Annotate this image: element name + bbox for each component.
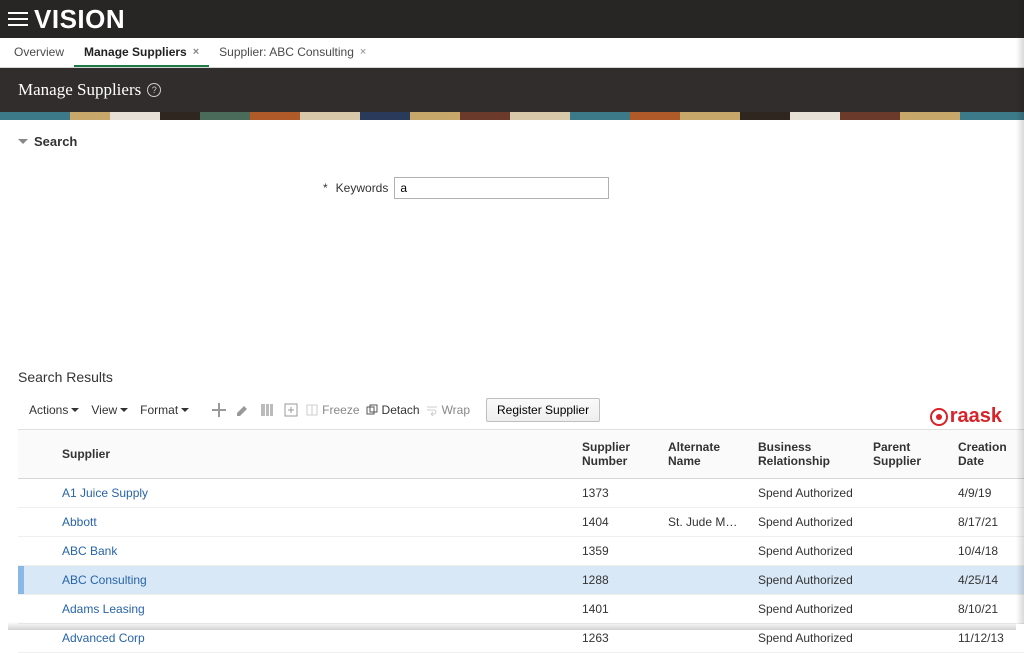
cell-created: 4/9/19: [950, 479, 1024, 508]
cell-alt_name: [660, 566, 750, 595]
table-row[interactable]: Advanced Corp 1263 Spend Authorized 11/12/1…: [18, 624, 1024, 653]
cell-number: 1288: [574, 566, 660, 595]
table-row[interactable]: Abbott 1404St. Jude Medica...Spend Author…: [18, 508, 1024, 537]
page-title: Manage Suppliers: [18, 80, 141, 100]
cell-alt_name: St. Jude Medica...: [660, 508, 750, 537]
edit-icon[interactable]: [234, 401, 252, 419]
results-section: Search Results Actions View Format Freez…: [0, 369, 1024, 653]
cell-alt_name: [660, 479, 750, 508]
menu-icon[interactable]: [8, 9, 28, 29]
supplier-link[interactable]: Abbott: [62, 515, 97, 529]
cell-number: 1401: [574, 595, 660, 624]
cell-alt_name: [660, 537, 750, 566]
cell-number: 1404: [574, 508, 660, 537]
columns-icon[interactable]: [258, 401, 276, 419]
cell-alt_name: [660, 624, 750, 653]
page-header: Manage Suppliers ?: [0, 68, 1024, 112]
cell-parent: [865, 479, 950, 508]
global-header: VISION: [0, 0, 1024, 38]
cell-relationship: Spend Authorized: [750, 566, 865, 595]
cell-parent: [865, 595, 950, 624]
supplier-link[interactable]: Advanced Corp: [62, 631, 145, 645]
supplier-link[interactable]: ABC Consulting: [62, 573, 147, 587]
export-icon[interactable]: [282, 401, 300, 419]
search-section: Search * Keywords: [0, 120, 1024, 199]
wrap-button[interactable]: Wrap: [426, 403, 470, 417]
cell-created: 8/17/21: [950, 508, 1024, 537]
search-section-toggle[interactable]: Search: [18, 134, 1006, 149]
tab-label: Supplier: ABC Consulting: [219, 45, 354, 59]
cell-parent: [865, 537, 950, 566]
close-icon[interactable]: ×: [360, 46, 366, 58]
col-supplier[interactable]: Supplier: [54, 430, 574, 479]
detach-button[interactable]: Detach: [366, 403, 420, 417]
cell-number: 1373: [574, 479, 660, 508]
table-row[interactable]: A1 Juice Supply 1373 Spend Authorized 4/9/1…: [18, 479, 1024, 508]
col-relationship[interactable]: Business Relationship: [750, 430, 865, 479]
view-menu[interactable]: View: [88, 401, 131, 419]
col-alt-name[interactable]: Alternate Name: [660, 430, 750, 479]
tab-supplier-abc-consulting[interactable]: Supplier: ABC Consulting ×: [209, 38, 376, 67]
cell-relationship: Spend Authorized: [750, 537, 865, 566]
cell-created: 4/25/14: [950, 566, 1024, 595]
chevron-down-icon: [181, 408, 189, 412]
cell-number: 1359: [574, 537, 660, 566]
cell-relationship: Spend Authorized: [750, 508, 865, 537]
keywords-input[interactable]: [394, 177, 609, 199]
keywords-label: Keywords: [336, 181, 389, 195]
brand-logo: VISION: [34, 4, 125, 35]
workspace-tabs: OverviewManage Suppliers×Supplier: ABC C…: [0, 38, 1024, 68]
table-row[interactable]: Adams Leasing 1401 Spend Authorized 8/10/21: [18, 595, 1024, 624]
supplier-link[interactable]: A1 Juice Supply: [62, 486, 148, 500]
freeze-button[interactable]: Freeze: [306, 403, 359, 417]
decorative-ribbon: [0, 112, 1024, 120]
chevron-down-icon: [120, 408, 128, 412]
supplier-link[interactable]: Adams Leasing: [62, 602, 145, 616]
supplier-link[interactable]: ABC Bank: [62, 544, 117, 558]
actions-menu[interactable]: Actions: [26, 401, 82, 419]
col-number[interactable]: Supplier Number: [574, 430, 660, 479]
results-toolbar: Actions View Format Freeze Detach: [26, 395, 1024, 425]
close-icon[interactable]: ×: [193, 46, 199, 58]
tab-label: Manage Suppliers: [84, 45, 187, 59]
table-row[interactable]: ABC Bank 1359 Spend Authorized 10/4/18: [18, 537, 1024, 566]
results-title: Search Results: [18, 369, 1024, 385]
cell-relationship: Spend Authorized: [750, 479, 865, 508]
cell-parent: [865, 624, 950, 653]
search-section-label: Search: [34, 134, 77, 149]
col-created[interactable]: Creation Date: [950, 430, 1024, 479]
col-parent[interactable]: Parent Supplier: [865, 430, 950, 479]
tab-manage-suppliers[interactable]: Manage Suppliers ×: [74, 38, 209, 67]
cell-parent: [865, 508, 950, 537]
cell-relationship: Spend Authorized: [750, 595, 865, 624]
results-table: Supplier Supplier Number Alternate Name …: [18, 430, 1024, 653]
tab-overview[interactable]: Overview: [4, 38, 74, 67]
cell-parent: [865, 566, 950, 595]
results-table-wrap: raask Supplier Supplier Number Alter: [18, 429, 1024, 653]
cell-created: 10/4/18: [950, 537, 1024, 566]
cell-alt_name: [660, 595, 750, 624]
format-menu[interactable]: Format: [137, 401, 192, 419]
collapse-icon: [18, 139, 28, 144]
cell-created: 8/10/21: [950, 595, 1024, 624]
cell-number: 1263: [574, 624, 660, 653]
chevron-down-icon: [71, 408, 79, 412]
help-icon[interactable]: ?: [147, 83, 161, 97]
tab-label: Overview: [14, 45, 64, 59]
cell-created: 11/12/13: [950, 624, 1024, 653]
table-header-row: Supplier Supplier Number Alternate Name …: [18, 430, 1024, 479]
required-mark: *: [323, 181, 328, 195]
register-supplier-button[interactable]: Register Supplier: [486, 398, 600, 422]
table-row[interactable]: ABC Consulting 1288 Spend Authorized 4/25/1…: [18, 566, 1024, 595]
cell-relationship: Spend Authorized: [750, 624, 865, 653]
add-icon[interactable]: [210, 401, 228, 419]
